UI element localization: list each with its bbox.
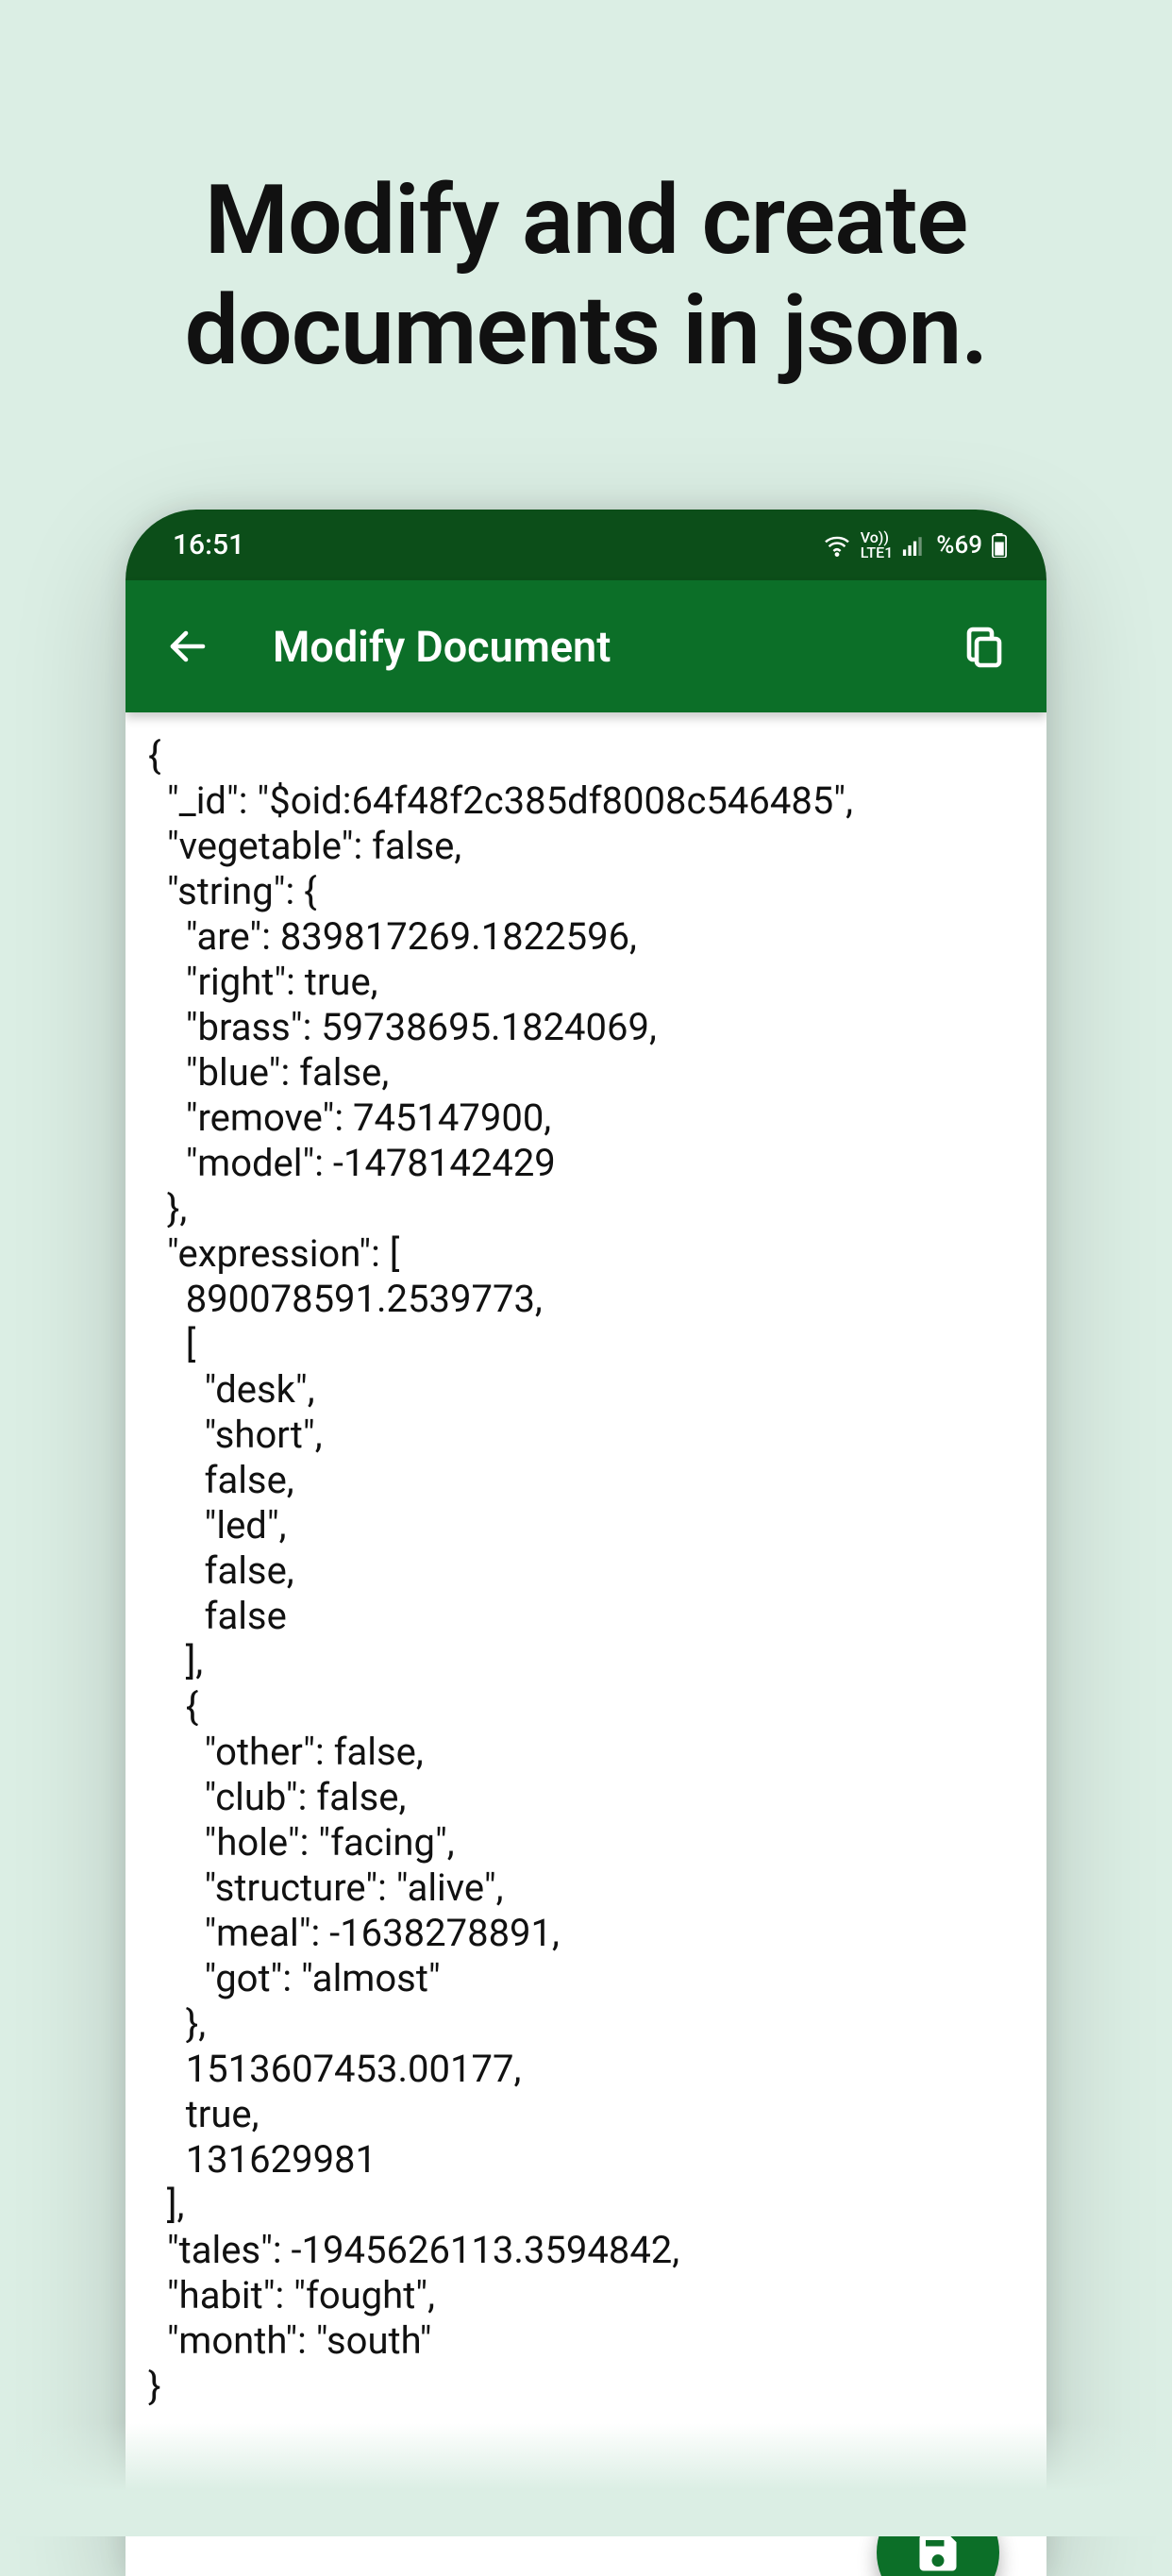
copy-icon [962, 624, 1007, 669]
battery-percent: %69 [936, 531, 982, 560]
phone-frame: 16:51 Vo)) LTE1 %69 [126, 510, 1046, 2576]
app-bar: Modify Document [126, 580, 1046, 712]
copy-button[interactable] [956, 618, 1013, 675]
save-fab[interactable] [877, 2491, 999, 2576]
marketing-headline: Modify and create documents in json. [0, 165, 1172, 387]
save-icon [913, 2528, 963, 2576]
status-bar: 16:51 Vo)) LTE1 %69 [126, 510, 1046, 580]
wifi-icon [823, 534, 851, 557]
json-editor[interactable]: { "_id": "$oid:64f48f2c385df8008c546485"… [126, 712, 1046, 2409]
signal-icon [902, 535, 927, 556]
status-time: 16:51 [173, 528, 244, 561]
arrow-left-icon [165, 624, 210, 669]
battery-icon [992, 533, 1007, 558]
network-label: LTE1 [861, 545, 894, 560]
back-button[interactable] [159, 618, 216, 675]
status-indicators: Vo)) LTE1 %69 [823, 530, 1007, 560]
appbar-title: Modify Document [273, 622, 611, 672]
